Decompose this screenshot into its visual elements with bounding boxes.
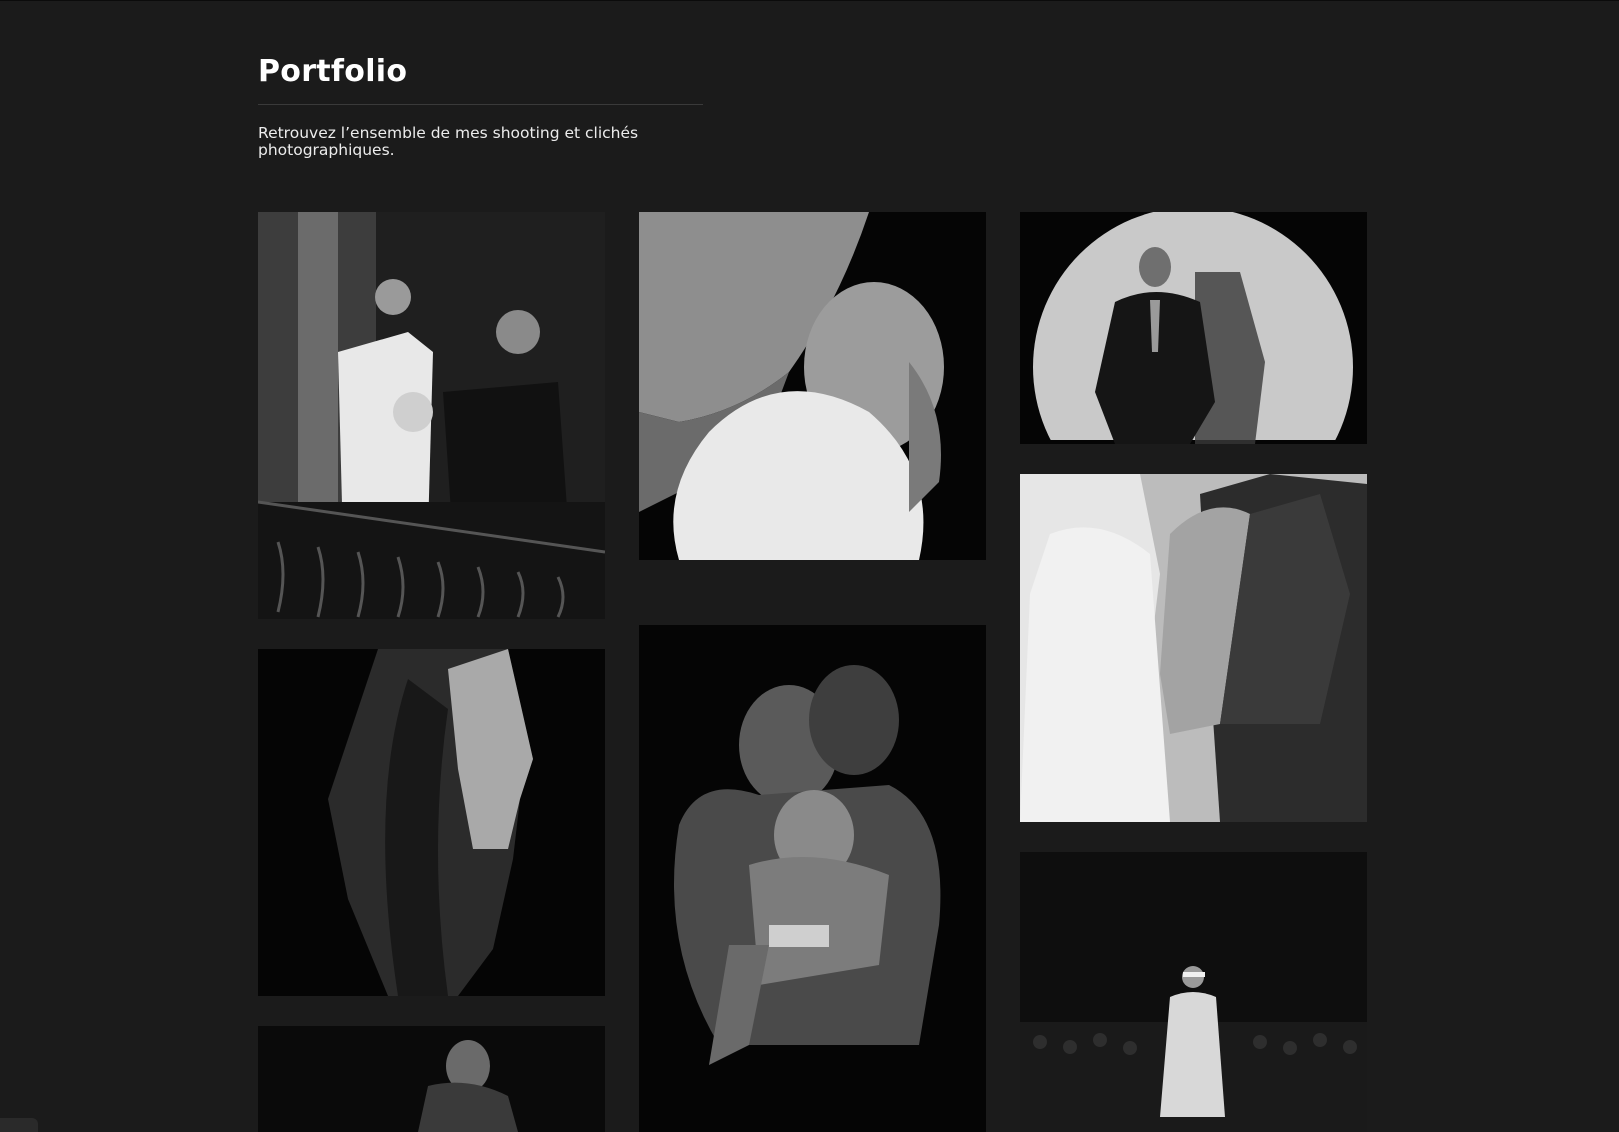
gallery-photo-woman-portrait[interactable] — [258, 1026, 605, 1132]
top-border — [0, 0, 1619, 1]
gallery-photo-woman-profile[interactable] — [258, 649, 605, 996]
gallery-photo-father-newborn[interactable] — [639, 212, 986, 560]
title-divider — [258, 104, 703, 105]
gallery-photo-wedding-back-view[interactable] — [1020, 474, 1367, 822]
corner-badge[interactable] — [0, 1118, 38, 1132]
gallery-photo-wedding-balcony[interactable] — [258, 212, 605, 619]
page-description: Retrouvez l’ensemble de mes shooting et … — [258, 124, 639, 159]
gallery-photo-spotlight-woman[interactable] — [1020, 212, 1367, 444]
gallery-photo-family-baby[interactable] — [639, 625, 986, 1132]
page-title: Portfolio — [258, 54, 408, 89]
portfolio-header: Portfolio Retrouvez l’ensemble de mes sh… — [258, 50, 703, 159]
gallery-photo-runway-show[interactable] — [1020, 852, 1367, 1132]
